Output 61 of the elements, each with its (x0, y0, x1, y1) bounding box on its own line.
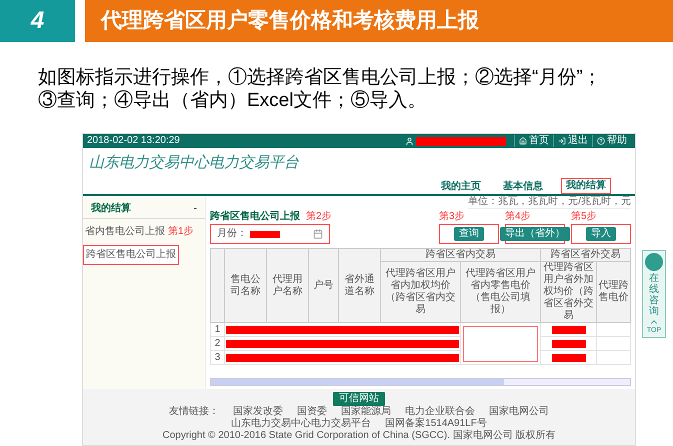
footer-link[interactable]: 国家能源局 (341, 406, 391, 418)
nav-tab[interactable]: 我的结算 (561, 178, 611, 194)
footer-text: 山东电力交易中心电力交易平台 (231, 418, 372, 430)
row-number: 1 (210, 322, 224, 336)
logout-icon (558, 137, 566, 145)
group-header: 跨省区省外交易 (540, 248, 630, 262)
sidebar-heading: 我的结算 (91, 203, 131, 215)
copyright-text: Copyright © 2010-2016 State Grid Corporation of China (SGCC). 国家电网公司 版权所有 (162, 430, 556, 442)
group-header: 跨省区省内交易 (380, 248, 540, 262)
slide-number-badge: 4 (0, 0, 75, 42)
sidebar-item[interactable]: 跨省区售电公司上报 (83, 245, 179, 265)
column-header: 户号 (308, 248, 338, 322)
column-header: 代理跨售电价 (596, 262, 630, 322)
month-label: 月份： (217, 228, 247, 240)
home-icon (519, 137, 527, 145)
month-field[interactable]: 月份： (210, 224, 330, 244)
slide-title: 代理跨省区用户零售价格和考核费用上报 (85, 0, 673, 42)
redaction-bar (552, 326, 586, 334)
column-header: 代理用户名称 (266, 248, 308, 322)
collapse-toggle[interactable]: - (194, 203, 197, 215)
column-header: 售电公司名称 (224, 248, 266, 322)
nav-tab[interactable]: 基本信息 (499, 180, 547, 194)
redaction-bar (552, 354, 586, 362)
step-label: 第4步 (505, 211, 532, 223)
calendar-icon[interactable] (313, 229, 323, 239)
horizontal-scrollbar[interactable] (210, 378, 631, 386)
sidebar-item[interactable]: 省内售电公司上报 (83, 223, 167, 241)
footer-text: 国网备案1514A91LF号 (385, 418, 487, 430)
row-number: 2 (210, 336, 224, 350)
action-button[interactable]: 导入 (586, 227, 616, 241)
action-button[interactable]: 查询 (454, 227, 484, 241)
step-label: 第2步 (306, 211, 332, 223)
panel-title: 跨省区售电公司上报 (210, 211, 300, 223)
top-link[interactable]: 帮助 (592, 135, 631, 147)
redaction-bar (250, 230, 280, 238)
user-icon (405, 136, 414, 146)
timestamp: 2018-02-02 13:20:29 (87, 135, 180, 147)
avatar-icon (645, 253, 663, 271)
row-number: 3 (210, 350, 224, 364)
step-label: 第3步 (439, 211, 466, 223)
footer-link[interactable]: 电力企业联合会 (405, 406, 475, 418)
step-label: 第5步 (571, 211, 598, 223)
redaction-bar (552, 340, 586, 348)
column-header: 代理跨省区用户省内加权均价（跨省区省内交易 (380, 262, 460, 322)
trusted-site-badge: 可信网站 (333, 392, 385, 406)
nav-tab[interactable]: 我的主页 (437, 180, 485, 194)
instruction-text: 如图标指示进行操作，①选择跨省区售电公司上报；②选择“月份”；③查询；④导出（省内）Excel文件；⑤导入。 (38, 66, 603, 112)
footer-link[interactable]: 国家电网公司 (489, 406, 549, 418)
footer-link[interactable]: 国家发改委 (233, 406, 283, 418)
help-icon (597, 137, 605, 145)
top-link[interactable]: 退出 (553, 135, 592, 147)
column-header: 代理跨省区用户省外加权均价（跨省区省外交易 (540, 262, 596, 322)
column-header: 代理跨省区用户省内零售电价（售电公司填报） (460, 262, 540, 322)
platform-title: 山东电力交易中心电力交易平台 (89, 154, 299, 172)
units-text: 单位：兆瓦，兆瓦时，元/兆瓦时，元 (468, 196, 631, 209)
step-label: 第1步 (168, 226, 194, 238)
action-button[interactable]: 导出（省外） (500, 227, 570, 241)
footer-link[interactable]: 国资委 (297, 406, 327, 418)
consult-label: 在线咨询 (649, 273, 659, 317)
top-link[interactable]: 首页 (514, 135, 553, 147)
links-label: 友情链接： (169, 406, 219, 418)
